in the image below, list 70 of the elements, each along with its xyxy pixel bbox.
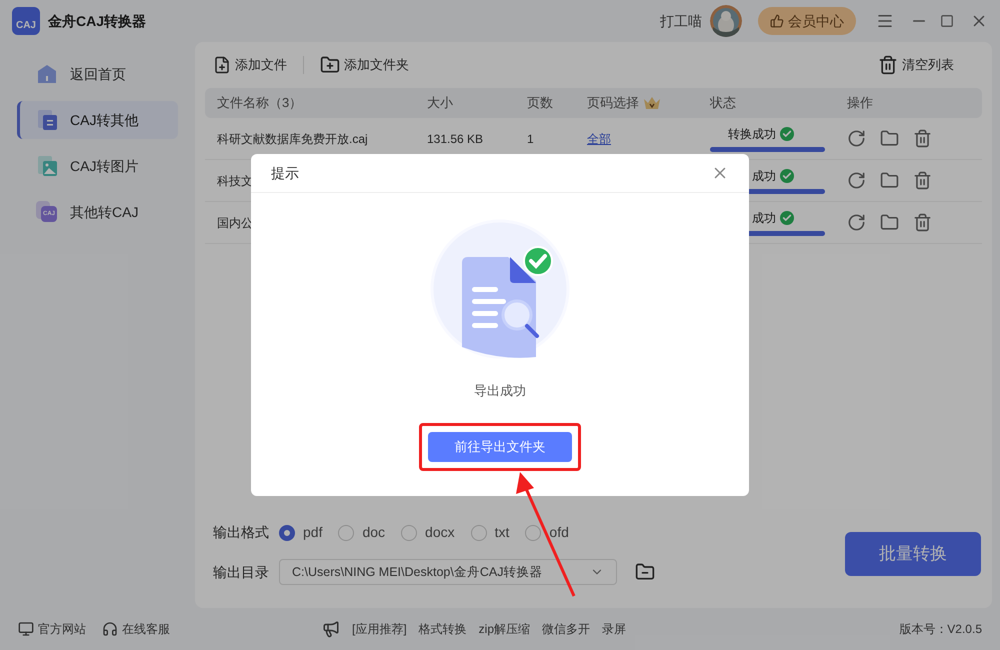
sidebar-item[interactable]: CAJ转图片 [17,147,178,185]
success-icon [780,127,794,141]
page-count: 1 [527,132,534,146]
app-title: 金舟CAJ转换器 [48,12,146,30]
document-icon [36,109,58,131]
crown-icon [643,96,661,110]
folder-icon[interactable] [880,213,899,232]
format-radio[interactable]: ofd [525,522,569,543]
monitor-icon [18,621,34,637]
dialog-title: 提示 [271,164,299,182]
output-dir-label: 输出目录 [213,562,269,582]
megaphone-icon [322,620,340,638]
format-radio[interactable]: pdf [279,522,322,543]
house-icon [36,63,58,85]
folder-plus-icon [320,55,340,75]
success-icon [780,169,794,183]
format-radio[interactable]: doc [338,522,386,543]
success-icon [780,211,794,225]
version-text: 版本号：V2.0.5 [899,621,982,638]
username: 打工喵 [660,12,702,30]
file-name: 科研文献数据库免费开放.caj [217,132,368,146]
status-text: 成功 [752,168,776,185]
column-header: 操作 [847,95,873,110]
folder-icon[interactable] [635,562,655,582]
sidebar-item[interactable]: CAJ转其他 [17,101,178,139]
open-export-folder-button[interactable]: 前往导出文件夹 [428,432,572,462]
thumbs-up-icon [770,14,784,28]
sidebar-item[interactable]: 返回首页 [17,55,178,93]
vip-center-button[interactable]: 会员中心 [758,7,856,35]
app-link[interactable]: 录屏 [602,620,626,638]
status-text: 转换成功 [728,126,776,143]
column-header: 状态 [710,95,736,110]
delete-icon[interactable] [913,129,932,148]
column-header: 页码选择 [587,94,639,112]
output-format-label: 输出格式 [213,523,269,542]
page-select-link[interactable]: 全部 [587,132,611,146]
file-name: 科技文 [217,174,253,188]
format-radio[interactable]: txt [470,522,510,543]
support-link[interactable]: 在线客服 [102,620,170,638]
retry-icon[interactable] [847,129,866,148]
column-header: 文件名称（3） [217,95,302,110]
trash-icon [878,55,898,75]
app-link[interactable]: 微信多开 [542,620,590,638]
app-logo: CAJ [12,7,40,35]
maximize-icon[interactable] [940,14,954,28]
delete-icon[interactable] [913,213,932,232]
batch-convert-button[interactable]: 批量转换 [845,532,981,576]
folder-icon[interactable] [880,171,899,190]
clear-list-button[interactable]: 清空列表 [878,55,954,75]
headset-icon [102,621,118,637]
menu-icon[interactable] [876,12,894,30]
format-radio[interactable]: docx [401,522,455,543]
status-text: 成功 [752,210,776,227]
app-link[interactable]: zip解压缩 [478,620,530,638]
column-header: 大小 [427,95,453,110]
output-dir-select[interactable]: C:\Users\NING MEI\Desktop\金舟CAJ转换器 [279,559,617,585]
app-link[interactable]: 格式转换 [418,620,467,638]
folder-icon[interactable] [880,129,899,148]
app-recommend-label: [应用推荐] [352,621,407,638]
retry-icon[interactable] [847,171,866,190]
delete-icon[interactable] [913,171,932,190]
official-site-link[interactable]: 官方网站 [18,620,86,638]
retry-icon[interactable] [847,213,866,232]
add-folder-button[interactable]: 添加文件夹 [320,55,409,75]
column-header: 页数 [527,95,553,110]
success-message: 导出成功 [474,382,526,400]
add-file-button[interactable]: 添加文件 [213,55,287,75]
file-plus-icon [213,56,231,74]
file-size: 131.56 KB [427,132,484,146]
image-icon [36,155,58,177]
